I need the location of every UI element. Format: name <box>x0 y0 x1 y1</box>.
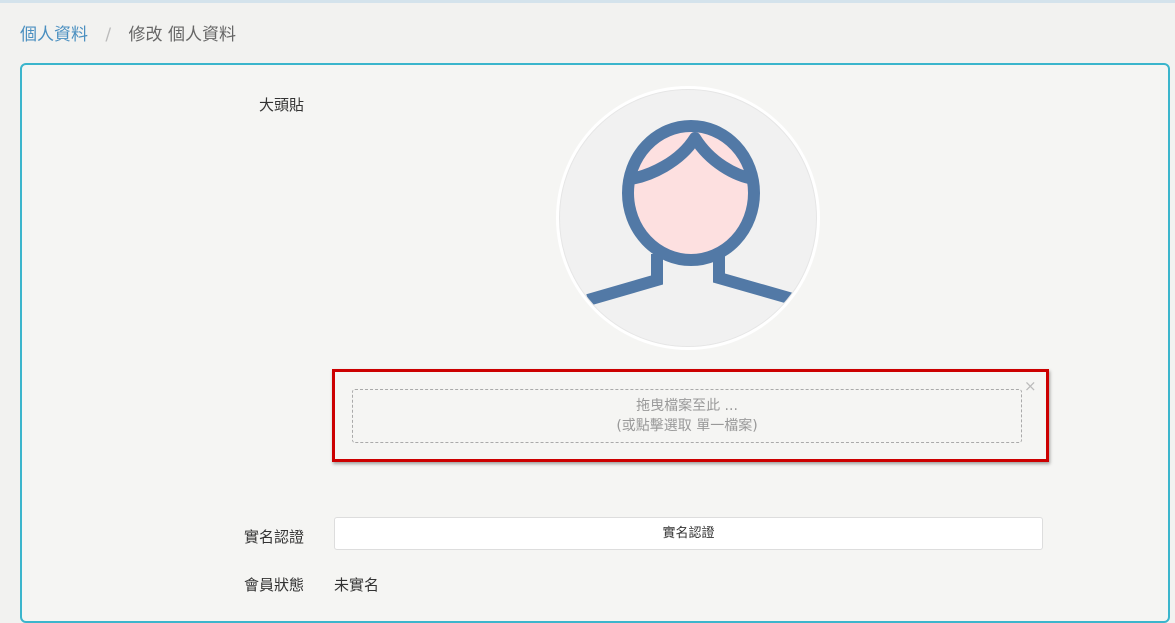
avatar-preview <box>556 86 820 350</box>
avatar-label: 大頭貼 <box>258 96 304 114</box>
real-name-verification-button[interactable]: 實名認證 <box>334 517 1043 550</box>
breadcrumb-current-page: 修改 個人資料 <box>128 25 236 45</box>
top-border-line <box>0 0 1175 3</box>
dropzone-instruction: 拖曳檔案至此 ... <box>636 398 738 414</box>
member-status-value: 未實名 <box>334 576 380 594</box>
breadcrumb-link-profile[interactable]: 個人資料 <box>20 25 88 45</box>
breadcrumb-separator: / <box>105 25 112 45</box>
member-status-label: 會員狀態 <box>243 576 304 594</box>
close-icon[interactable]: × <box>1024 378 1037 394</box>
file-dropzone[interactable]: 拖曳檔案至此 ... (或點擊選取 單一檔案) <box>352 389 1022 443</box>
dropzone-hint: (或點擊選取 單一檔案) <box>616 418 758 434</box>
default-user-avatar-icon <box>586 120 798 346</box>
verification-label: 實名認證 <box>243 528 304 546</box>
breadcrumb: 個人資料 / 修改 個人資料 <box>20 24 236 46</box>
